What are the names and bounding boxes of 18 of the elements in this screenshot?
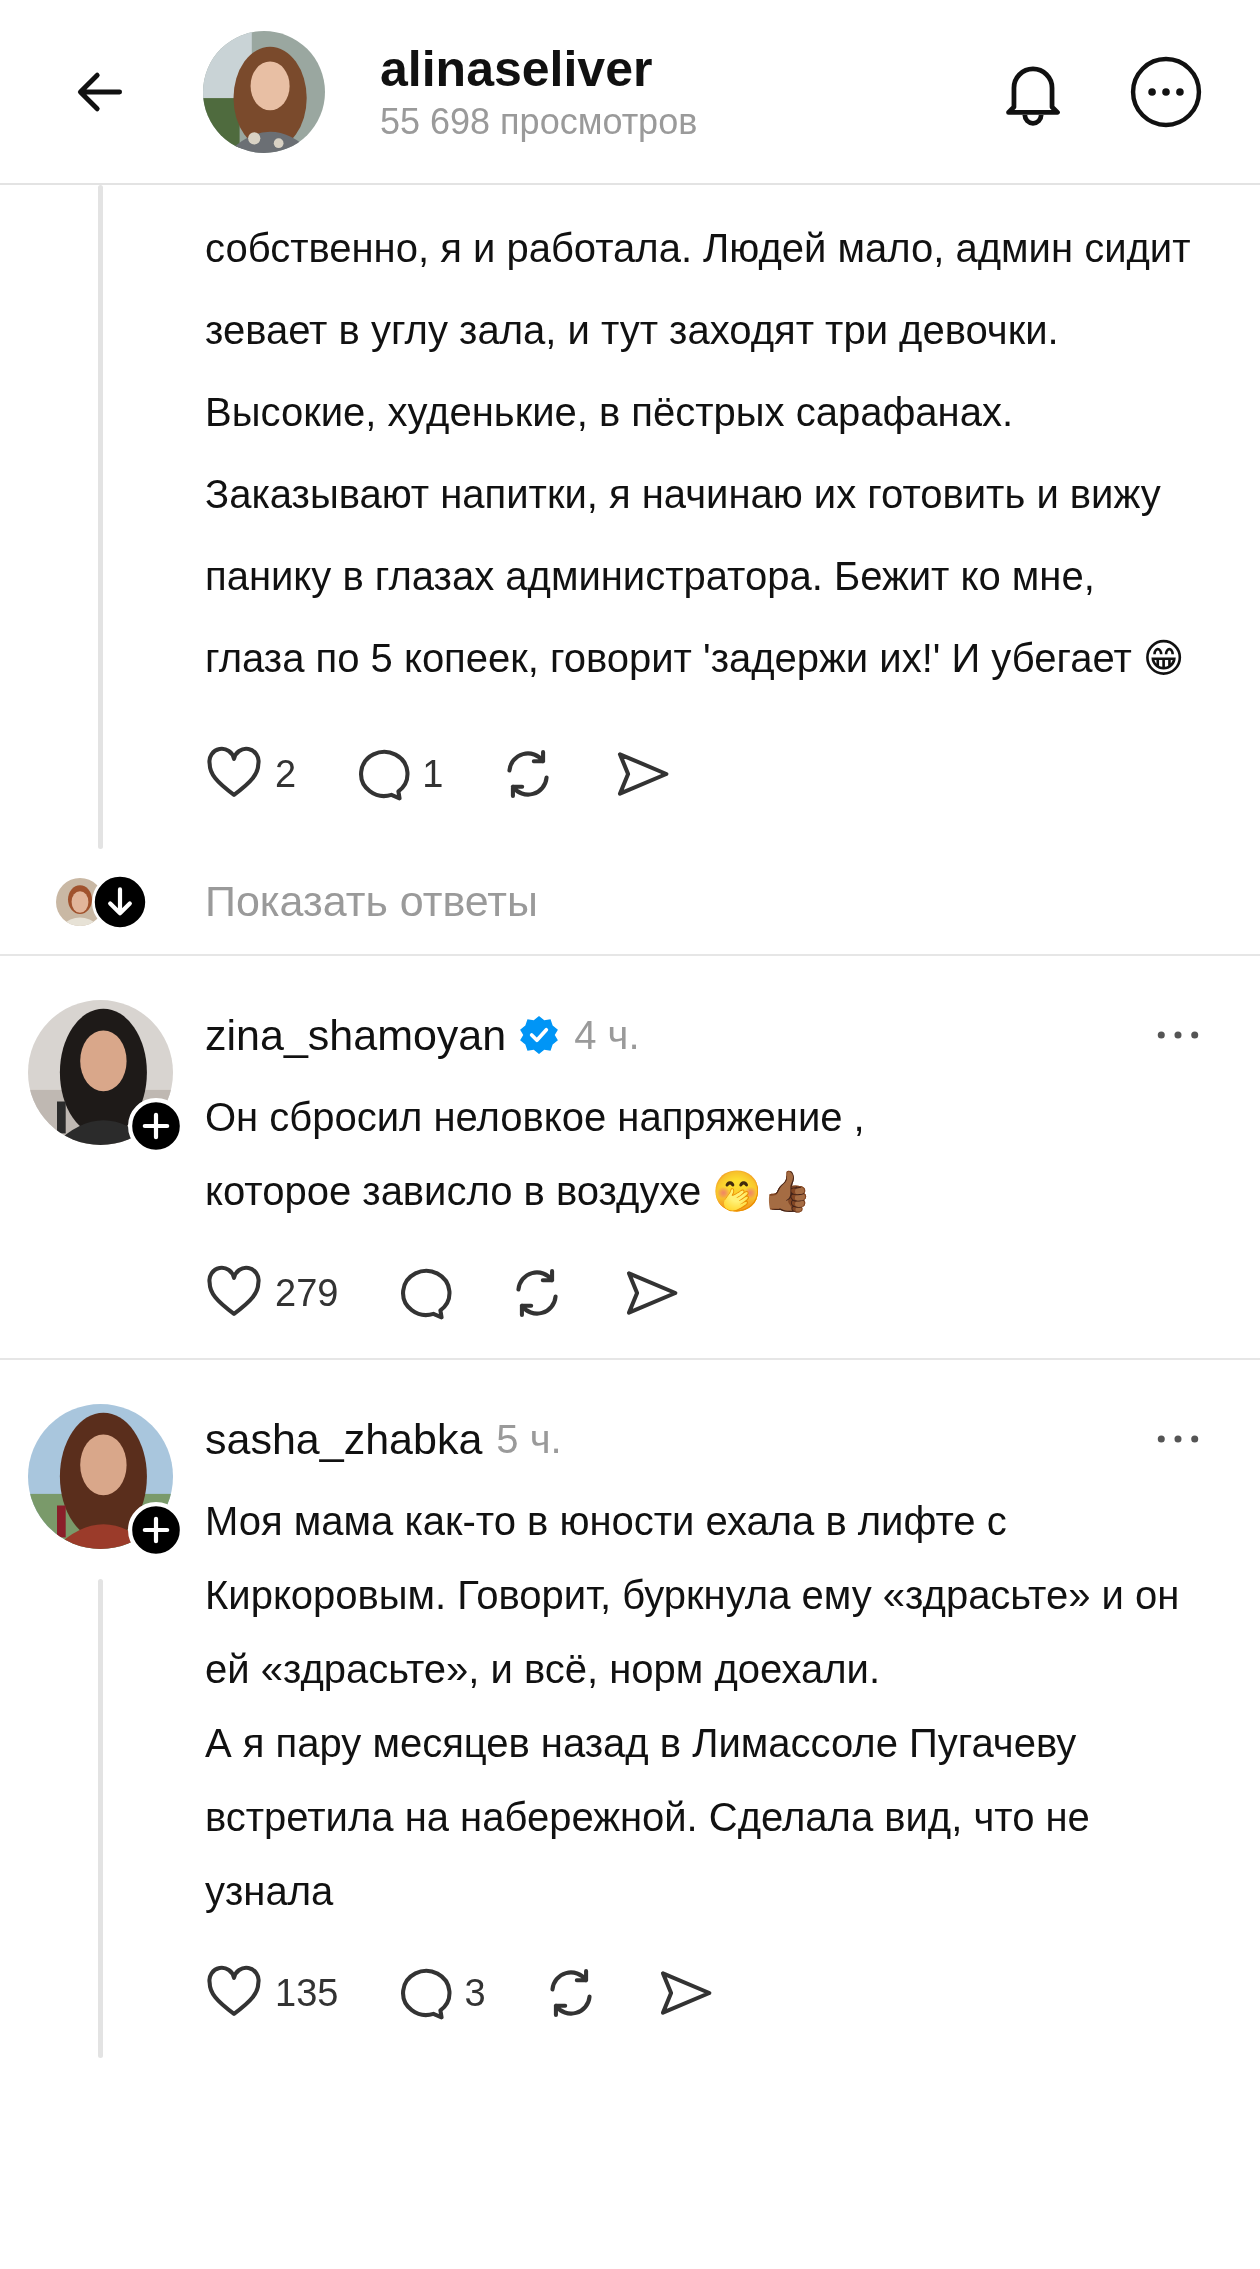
username[interactable]: alinaseliver xyxy=(380,38,1003,99)
timestamp: 5 ч. xyxy=(496,1416,563,1462)
verified-badge-icon xyxy=(518,1014,561,1056)
reply-count: 1 xyxy=(422,752,444,796)
reply-count: 3 xyxy=(464,1971,486,2015)
comment-text: Он сбросил неловкое напряжение , которое зависло в воздухе 🤭👍🏾 xyxy=(205,1094,866,1215)
more-icon[interactable] xyxy=(1156,1433,1200,1445)
username[interactable]: sasha_zhabka xyxy=(205,1414,483,1464)
post-text: собственно, я и работала. Людей мало, админ сидит зевает в углу зала, и тут заходят три девочки. Высокие, худенькие, в пёстрых сарафанах. Заказывают напитки, я начинаю их готовить и вижу панику в глазах администратора. Бежит ко мне, глаза по 5 копеек, говорит 'задержи их!' И убегает 😁 xyxy=(205,225,1192,682)
view-count: 55 698 просмотров xyxy=(380,99,699,144)
more-icon[interactable] xyxy=(1156,1029,1200,1041)
comment-text: Моя мама как-то в юности ехала в лифте с Киркоровым. Говорит, буркнула ему «здрасьте» и он ей «здрасьте», и всё, норм доехали. А я пару месяцев назад в Лимассоле Пугачеву встретила на набережной. Сделала вид, что не узнала xyxy=(205,1498,1181,1915)
like-count: 2 xyxy=(275,752,297,796)
username[interactable]: zina_shamoyan xyxy=(205,1010,507,1060)
arrow-down-icon xyxy=(92,873,148,930)
timestamp: 4 ч. xyxy=(574,1012,641,1058)
like-count: 135 xyxy=(275,1971,339,2015)
like-count: 279 xyxy=(275,1271,339,1315)
